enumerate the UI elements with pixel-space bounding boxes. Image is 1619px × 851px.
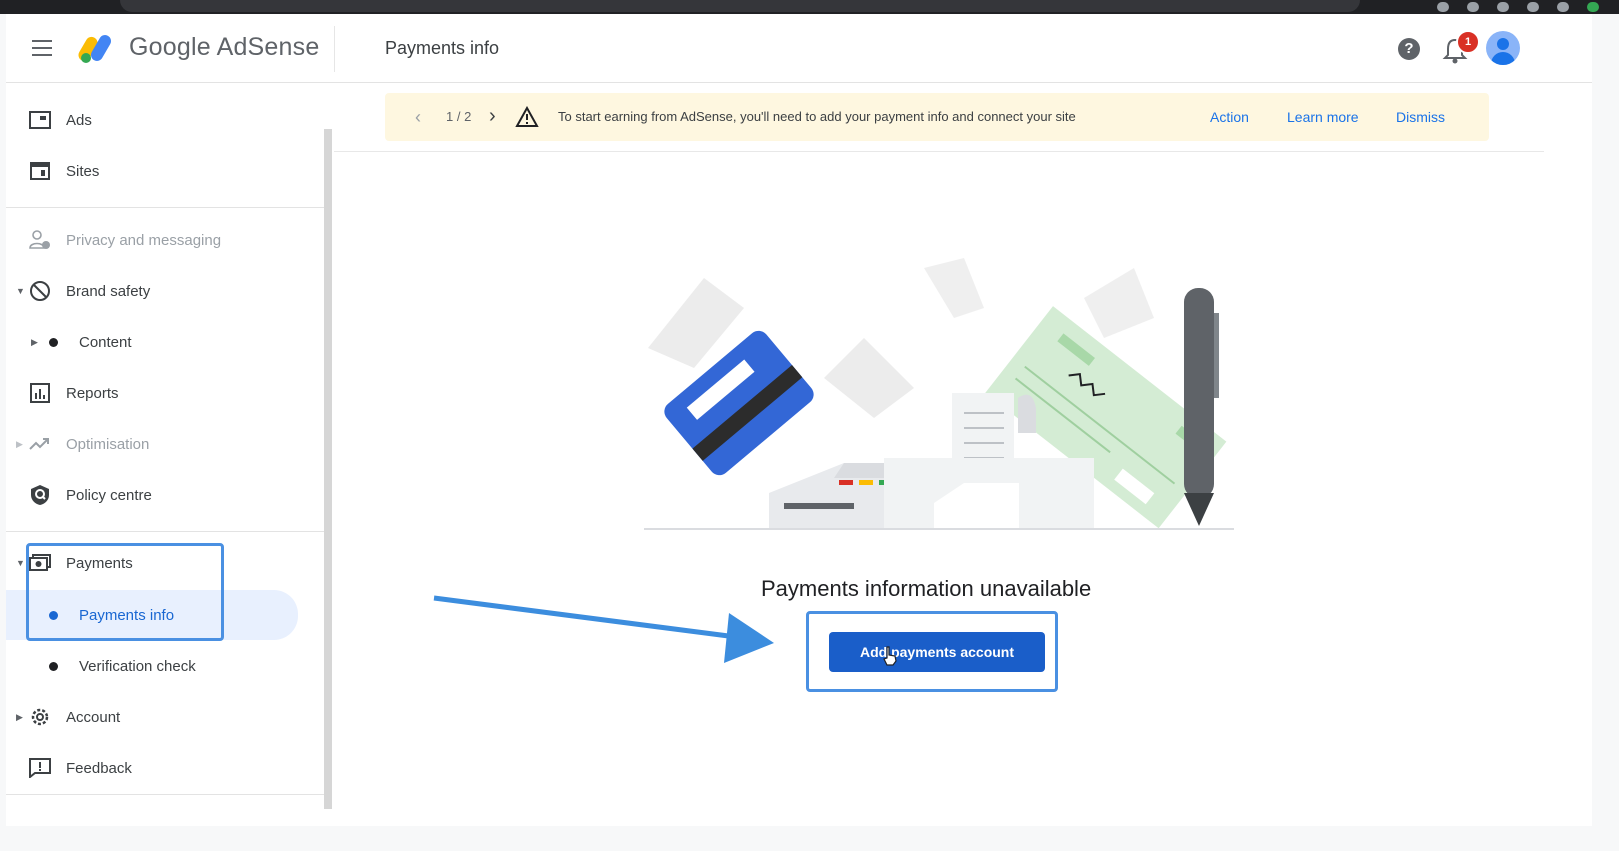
notification-banner: ‹ 1 / 2 › To start earning from AdSense,… [385, 93, 1489, 141]
banner-dismiss-link[interactable]: Dismiss [1396, 109, 1445, 125]
block-icon [28, 279, 52, 303]
adsense-logo-icon [78, 35, 111, 63]
add-payments-account-button[interactable]: Add payments account [829, 632, 1045, 672]
chevron-right-icon[interactable]: › [489, 105, 496, 128]
sidebar-item-label: Content [79, 333, 132, 351]
sidebar-item-label: Ads [66, 111, 92, 129]
hand-cursor-icon [883, 646, 897, 666]
sidebar-item-label: Sites [66, 162, 100, 180]
caret-right-icon[interactable]: ▶ [16, 439, 23, 450]
page-title: Payments info [385, 38, 500, 58]
main-content: ‹ 1 / 2 › To start earning from AdSense,… [334, 83, 1544, 826]
caret-down-icon[interactable]: ▼ [16, 286, 25, 296]
sidebar-item-brand-safety[interactable]: ▼ Brand safety [6, 271, 306, 311]
header-divider [334, 26, 335, 72]
browser-address-bar[interactable] [120, 0, 1360, 12]
sidebar-item-policy-centre[interactable]: Policy centre [6, 475, 306, 515]
caret-right-icon[interactable]: ▶ [31, 337, 38, 348]
caret-down-icon[interactable]: ▼ [16, 558, 25, 568]
sidebar-item-label: Policy centre [66, 486, 152, 504]
annotation-arrow [433, 595, 774, 663]
sidebar-item-reports[interactable]: Reports [6, 373, 306, 413]
sidebar-divider [6, 794, 324, 795]
banner-learn-more-link[interactable]: Learn more [1287, 109, 1359, 125]
caret-right-icon[interactable]: ▶ [16, 712, 23, 723]
notification-badge: 1 [1456, 30, 1480, 54]
sidebar-item-optimisation[interactable]: ▶ Optimisation [6, 424, 306, 464]
sidebar-scrollbar[interactable] [324, 129, 332, 809]
sidebar-item-label: Verification check [79, 657, 196, 675]
sidebar-item-account[interactable]: ▶ Account [6, 697, 306, 737]
product-name: Google AdSense [129, 33, 320, 61]
sidebar-item-sites[interactable]: Sites [6, 151, 306, 191]
top-app-bar: Google AdSense Payments info ? 1 [6, 14, 1592, 83]
bullet-icon [49, 337, 58, 347]
browser-toolbar-icons [1437, 2, 1599, 12]
sidebar-item-label: Feedback [66, 759, 132, 777]
sidebar-item-content[interactable]: ▶ Content [6, 322, 306, 362]
sidebar-item-label: Brand safety [66, 282, 151, 300]
sidebar-nav: Ads Sites Privacy and messaging ▼ Brand … [6, 83, 326, 826]
empty-state-text: Payments information unavailable [761, 576, 1092, 601]
banner-action-link[interactable]: Action [1210, 109, 1249, 125]
sidebar-item-privacy[interactable]: Privacy and messaging [6, 220, 306, 260]
gear-icon [28, 705, 52, 729]
privacy-icon [28, 228, 52, 252]
chevron-left-icon[interactable]: ‹ [415, 107, 421, 128]
ads-icon [28, 108, 52, 132]
sidebar-item-label: Account [66, 708, 121, 726]
banner-pager: 1 / 2 [446, 109, 472, 124]
sidebar-divider [6, 531, 324, 532]
browser-chrome [0, 0, 1619, 14]
warning-icon [515, 106, 539, 127]
account-avatar[interactable] [1486, 31, 1520, 65]
menu-icon[interactable] [32, 40, 52, 56]
trending-icon [28, 432, 52, 456]
bullet-icon [49, 661, 58, 671]
sidebar-item-label: Privacy and messaging [66, 231, 222, 249]
content-divider [334, 151, 1544, 152]
banner-message: To start earning from AdSense, you'll ne… [558, 109, 1076, 124]
sidebar-item-label: Optimisation [66, 435, 150, 453]
shield-icon [28, 483, 52, 507]
help-icon[interactable]: ? [1398, 38, 1420, 60]
payments-illustration [644, 258, 1234, 530]
sidebar-divider [6, 207, 324, 208]
adsense-app: Google AdSense Payments info ? 1 Ads Sit… [6, 14, 1592, 826]
sidebar-item-ads[interactable]: Ads [6, 100, 306, 140]
reports-icon [28, 381, 52, 405]
feedback-icon [28, 756, 52, 780]
sidebar-item-feedback[interactable]: Feedback [6, 748, 306, 788]
annotation-highlight-payments [26, 543, 224, 641]
sidebar-item-label: Reports [66, 384, 119, 402]
sites-icon [28, 159, 52, 183]
sidebar-item-verification-check[interactable]: Verification check [6, 646, 306, 686]
